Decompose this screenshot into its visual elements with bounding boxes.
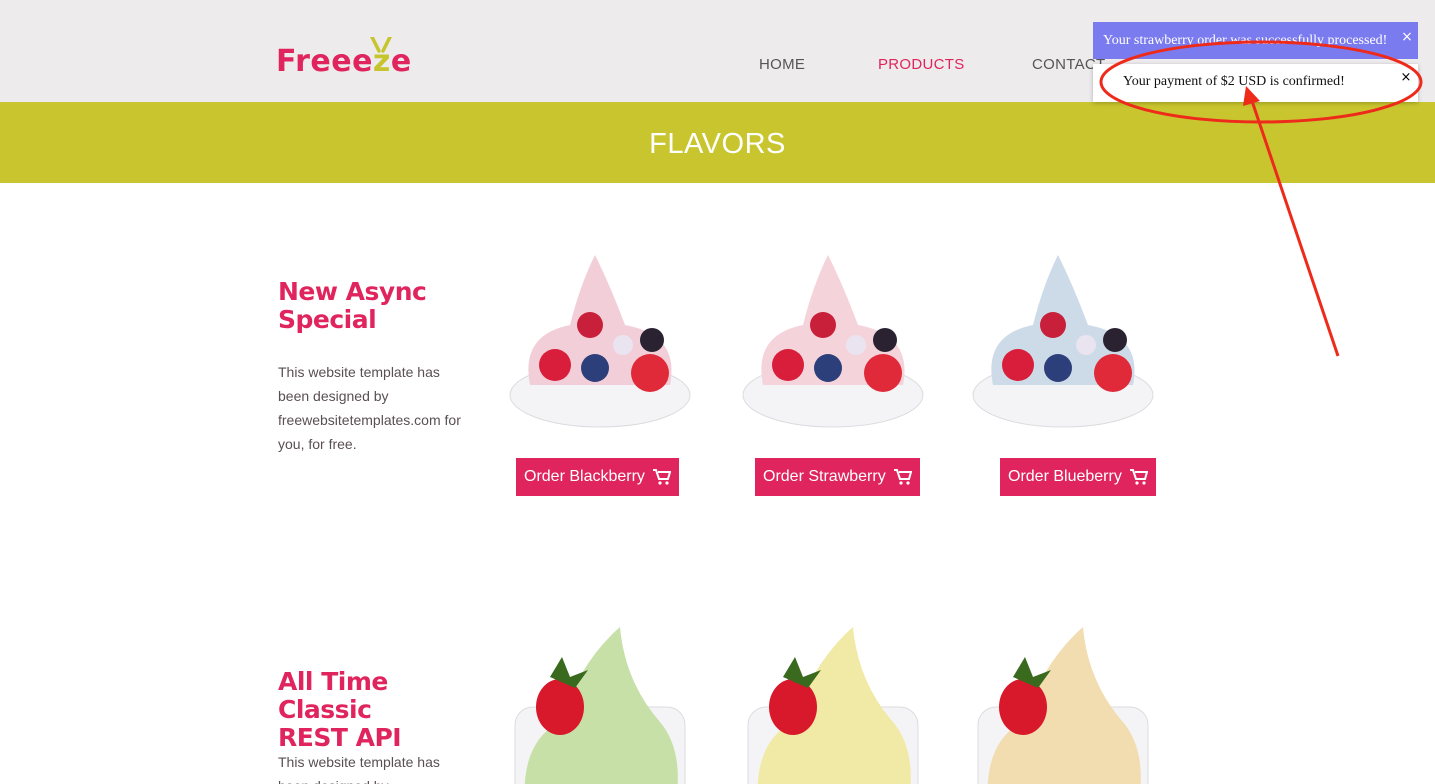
order-success-notification: Your strawberry order was successfully p… (1093, 22, 1418, 59)
page-banner: FLAVORS (0, 102, 1435, 183)
section-title-new-async: New Async Special (278, 278, 488, 334)
description-line: you, for free. (278, 436, 357, 452)
section-title-line: All Time Classic (278, 667, 388, 724)
shopping-cart-icon (652, 469, 671, 485)
nav-home[interactable]: HOME (759, 56, 805, 73)
shopping-cart-icon (893, 469, 912, 485)
section-title-line: New Async (278, 277, 427, 306)
section-title-line: REST API (278, 723, 402, 752)
nav-products[interactable]: PRODUCTS (878, 56, 965, 73)
order-blueberry-button[interactable]: Order Blueberry (1000, 458, 1156, 496)
description-line: freewebsitetemplates.com for (278, 412, 461, 428)
shopping-cart-icon (1129, 469, 1148, 485)
order-blackberry-button[interactable]: Order Blackberry (516, 458, 679, 496)
description-line: This website template has (278, 364, 440, 380)
button-label: Order Blackberry (524, 468, 645, 485)
page-title: FLAVORS (649, 128, 786, 160)
close-icon[interactable]: × (1396, 26, 1418, 48)
logo-text-start: Freee (276, 44, 373, 79)
close-icon[interactable]: × (1396, 68, 1416, 88)
frozen-yogurt-berries-image (972, 255, 1154, 428)
frozen-yogurt-strawberry-image (514, 627, 686, 784)
section-description: This website template has been designed … (278, 750, 478, 784)
order-strawberry-button[interactable]: Order Strawberry (755, 458, 920, 496)
payment-confirmed-notification: Your payment of $2 USD is confirmed! × (1093, 64, 1418, 102)
frozen-yogurt-strawberry-image (747, 627, 919, 784)
button-label: Order Strawberry (763, 468, 886, 485)
frozen-yogurt-berries-image (742, 255, 924, 428)
notification-text: Your payment of $2 USD is confirmed! (1123, 74, 1345, 89)
notification-text: Your strawberry order was successfully p… (1103, 33, 1388, 48)
frozen-yogurt-berries-image (509, 255, 691, 428)
logo-text-end: e (390, 44, 412, 79)
frozen-yogurt-strawberry-image (977, 627, 1149, 784)
section-title-all-time-classic: All Time Classic REST API (278, 668, 488, 752)
description-line: been designed by (278, 774, 478, 784)
button-label: Order Blueberry (1008, 468, 1122, 485)
description-line: This website template has (278, 754, 440, 770)
section-description: This website template has been designed … (278, 360, 478, 456)
section-title-line: Special (278, 305, 377, 334)
description-line: been designed by (278, 388, 389, 404)
logo-sprout-icon (370, 37, 392, 53)
